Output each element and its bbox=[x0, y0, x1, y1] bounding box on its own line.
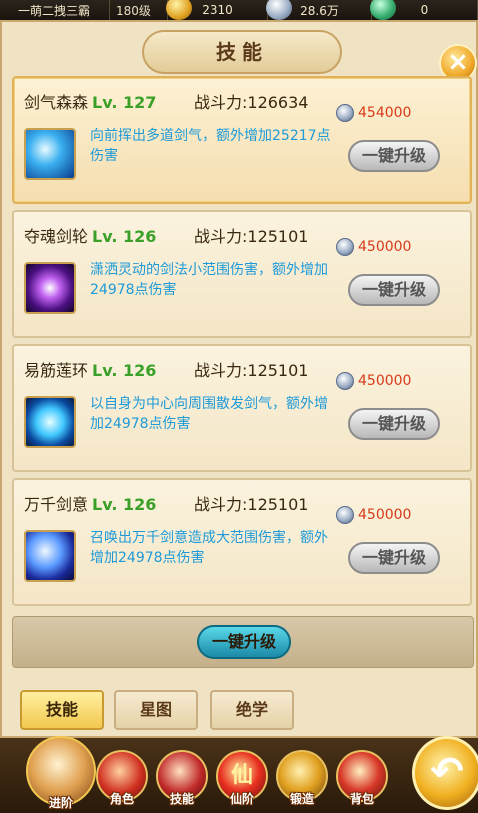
nav-label: 仙阶 bbox=[229, 792, 254, 806]
skill-card[interactable]: 万千剑意 Lv. 126 战斗力:125101 450000 召唤出万千剑意造成大… bbox=[12, 478, 472, 606]
upgrade-button[interactable]: 一键升级 bbox=[348, 542, 440, 574]
cost-value: 450000 bbox=[358, 507, 412, 523]
cost-value: 454000 bbox=[358, 105, 412, 121]
tab-ultimate[interactable]: 绝学 bbox=[210, 690, 294, 730]
bulk-upgrade-bar: 一键升级 bbox=[12, 616, 474, 668]
silver-coin-icon bbox=[336, 372, 354, 390]
nav-skill[interactable]: 技能 bbox=[154, 750, 210, 807]
cost-value: 450000 bbox=[358, 373, 412, 389]
skill-level: Lv. 127 bbox=[92, 93, 157, 112]
skill-card[interactable]: 剑气森森 Lv. 127 战斗力:126634 454000 向前挥出多道剑气，额… bbox=[12, 76, 472, 204]
skill-power: 战斗力:126634 bbox=[194, 93, 309, 112]
skill-description: 潇洒灵动的剑法小范围伤害，额外增加24978点伤害 bbox=[90, 262, 328, 298]
nav-forge[interactable]: 锻造 bbox=[274, 750, 330, 807]
skill-level: Lv. 126 bbox=[92, 361, 157, 380]
jade-icon bbox=[370, 0, 396, 20]
skill-power: 战斗力:125101 bbox=[194, 361, 309, 380]
return-icon[interactable]: ↶ bbox=[412, 736, 478, 810]
nav-label: 技能 bbox=[169, 792, 194, 806]
skill-panel: 技能 × 剑气森森 Lv. 127 战斗力:126634 454000 向前挥出多… bbox=[0, 20, 478, 738]
upgrade-all-button[interactable]: 一键升级 bbox=[197, 625, 291, 659]
skill-name: 夺魂剑轮 bbox=[24, 227, 89, 246]
nav-role[interactable]: 角色 bbox=[94, 750, 150, 807]
silver-resource: 28.6万 bbox=[266, 0, 372, 20]
player-level: 180级 bbox=[110, 0, 168, 20]
skill-name: 万千剑意 bbox=[24, 495, 89, 514]
skill-name: 剑气森森 bbox=[24, 93, 89, 112]
panel-title: 技能 bbox=[142, 30, 342, 74]
resource-bar: 一萌二拽三霸 180级 2310 28.6万 0 bbox=[0, 0, 478, 20]
nav-advance[interactable]: 进阶 bbox=[24, 736, 98, 811]
sword-qi-skill-icon[interactable] bbox=[24, 128, 76, 180]
soul-wheel-skill-icon[interactable] bbox=[24, 262, 76, 314]
skill-level: Lv. 126 bbox=[92, 495, 157, 514]
silver-coin-icon bbox=[336, 506, 354, 524]
skill-power: 战斗力:125101 bbox=[194, 495, 309, 514]
upgrade-button[interactable]: 一键升级 bbox=[348, 140, 440, 172]
skill-name-row: 夺魂剑轮 Lv. 126 bbox=[24, 223, 156, 247]
upgrade-cost: 450000 bbox=[336, 372, 411, 390]
player-name: 一萌二拽三霸 bbox=[0, 0, 110, 20]
nav-label: 背包 bbox=[349, 792, 374, 806]
cost-value: 450000 bbox=[358, 239, 412, 255]
skill-card[interactable]: 夺魂剑轮 Lv. 126 战斗力:125101 450000 潇洒灵动的剑法小范围… bbox=[12, 210, 472, 338]
lotus-ring-skill-icon[interactable] bbox=[24, 396, 76, 448]
nav-xian-rank[interactable]: 仙 仙阶 bbox=[214, 750, 270, 807]
myriad-sword-skill-icon[interactable] bbox=[24, 530, 76, 582]
upgrade-cost: 450000 bbox=[336, 506, 411, 524]
silver-coin-icon bbox=[336, 238, 354, 256]
skill-level: Lv. 126 bbox=[92, 227, 157, 246]
nav-bag[interactable]: 背包 bbox=[334, 750, 390, 807]
silver-coin-icon bbox=[336, 104, 354, 122]
gold-ingot-icon bbox=[166, 0, 192, 20]
nav-label: 锻造 bbox=[289, 792, 314, 806]
upgrade-cost: 450000 bbox=[336, 238, 411, 256]
upgrade-cost: 454000 bbox=[336, 104, 411, 122]
skill-name-row: 万千剑意 Lv. 126 bbox=[24, 491, 156, 515]
skill-name-row: 剑气森森 Lv. 127 bbox=[24, 89, 156, 113]
skill-power: 战斗力:125101 bbox=[194, 227, 309, 246]
tab-skill[interactable]: 技能 bbox=[20, 690, 104, 730]
nav-label: 进阶 bbox=[48, 796, 73, 810]
upgrade-button[interactable]: 一键升级 bbox=[348, 408, 440, 440]
skill-card[interactable]: 易筋莲环 Lv. 126 战斗力:125101 450000 以自身为中心向周围散… bbox=[12, 344, 472, 472]
skill-description: 召唤出万千剑意造成大范围伤害，额外增加24978点伤害 bbox=[90, 530, 328, 566]
gold-resource: 2310 bbox=[166, 0, 268, 20]
jade-resource: 0 bbox=[370, 0, 478, 20]
nav-label: 角色 bbox=[109, 792, 134, 806]
tab-star-chart[interactable]: 星图 bbox=[114, 690, 198, 730]
skill-description: 以自身为中心向周围散发剑气，额外增加24978点伤害 bbox=[90, 396, 328, 432]
skill-name: 易筋莲环 bbox=[24, 361, 89, 380]
skill-name-row: 易筋莲环 Lv. 126 bbox=[24, 357, 156, 381]
skill-description: 向前挥出多道剑气，额外增加25217点伤害 bbox=[90, 128, 331, 164]
upgrade-button[interactable]: 一键升级 bbox=[348, 274, 440, 306]
